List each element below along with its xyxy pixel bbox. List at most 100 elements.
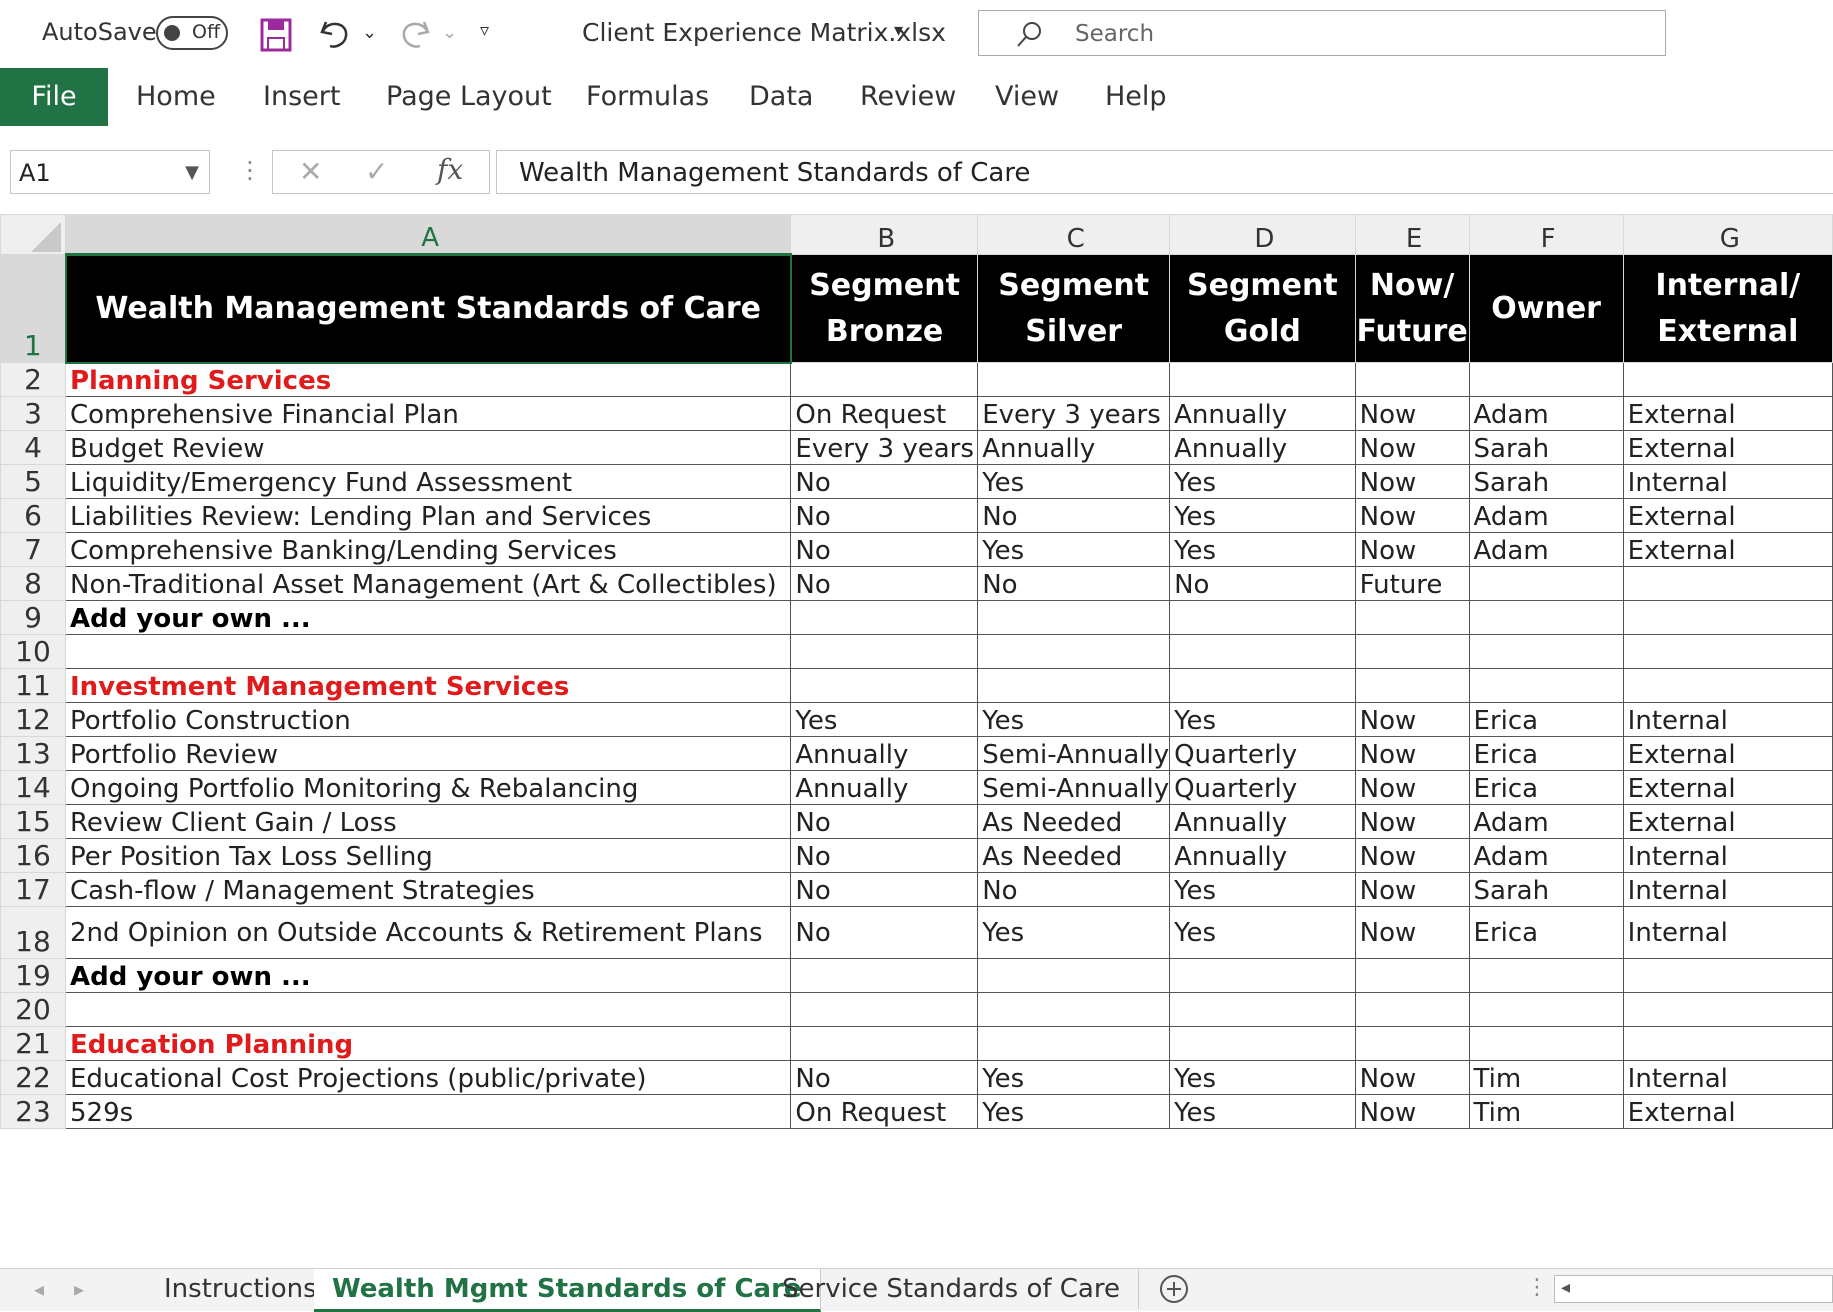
cell-e[interactable]: Now (1354, 532, 1470, 567)
customize-qat-icon[interactable]: ▿ (480, 20, 489, 41)
horizontal-scrollbar[interactable]: ◂ (1554, 1275, 1833, 1303)
cell-c[interactable]: Yes (977, 1060, 1171, 1095)
select-all-corner[interactable] (0, 214, 66, 255)
cell-f[interactable]: Sarah (1468, 430, 1624, 465)
row-header[interactable]: 4 (0, 430, 66, 465)
cell-e[interactable] (1354, 958, 1470, 993)
row-header[interactable]: 16 (0, 838, 66, 873)
cell-a[interactable]: Comprehensive Banking/Lending Services (64, 532, 792, 567)
cell-a[interactable]: Non-Traditional Asset Management (Art & … (64, 566, 792, 601)
redo-icon[interactable] (396, 16, 432, 54)
cell-c1[interactable]: Segment Silver (977, 254, 1171, 363)
row-header[interactable]: 17 (0, 872, 66, 907)
column-header-g[interactable]: G (1622, 214, 1833, 255)
column-header-f[interactable]: F (1468, 214, 1624, 255)
cell-b[interactable]: No (790, 464, 979, 499)
cell-d[interactable]: Yes (1169, 906, 1356, 959)
cell-g[interactable]: External (1622, 498, 1833, 533)
cell-f[interactable]: Tim (1468, 1094, 1624, 1129)
cell-d[interactable] (1169, 668, 1356, 703)
cell-a[interactable]: Educational Cost Projections (public/pri… (64, 1060, 792, 1095)
cell-a[interactable]: Planning Services (64, 362, 792, 397)
redo-dropdown-icon[interactable]: ⌄ (442, 22, 457, 43)
cell-a[interactable] (64, 992, 792, 1027)
cell-d[interactable]: Annually (1169, 804, 1356, 839)
cell-b1[interactable]: Segment Bronze (790, 254, 979, 363)
cell-b[interactable]: No (790, 804, 979, 839)
cell-f[interactable] (1468, 566, 1624, 601)
cell-a[interactable]: Add your own ... (64, 958, 792, 993)
scrollbar-left-arrow-icon[interactable]: ◂ (1561, 1277, 1570, 1298)
column-header-b[interactable]: B (790, 214, 979, 255)
row-header[interactable]: 1 (0, 254, 66, 363)
cell-c[interactable]: No (977, 566, 1171, 601)
cell-c[interactable]: Yes (977, 1094, 1171, 1129)
cell-d[interactable] (1169, 600, 1356, 635)
cell-d[interactable]: Quarterly (1169, 770, 1356, 805)
cell-a1[interactable]: Wealth Management Standards of Care (64, 253, 792, 364)
cell-f[interactable]: Sarah (1468, 464, 1624, 499)
cell-g[interactable] (1622, 958, 1833, 993)
cell-e[interactable] (1354, 362, 1470, 397)
cell-a[interactable]: Portfolio Construction (64, 702, 792, 737)
cell-b[interactable] (790, 362, 979, 397)
add-sheet-icon[interactable] (1158, 1273, 1190, 1309)
cell-c[interactable]: Annually (977, 430, 1171, 465)
tab-file[interactable]: File (0, 68, 108, 126)
row-header[interactable]: 8 (0, 566, 66, 601)
cell-f[interactable]: Erica (1468, 906, 1624, 959)
row-header[interactable]: 23 (0, 1094, 66, 1129)
cell-f[interactable] (1468, 634, 1624, 669)
cell-c[interactable]: As Needed (977, 838, 1171, 873)
cell-d[interactable]: Yes (1169, 532, 1356, 567)
cell-c[interactable] (977, 634, 1171, 669)
cell-e[interactable] (1354, 668, 1470, 703)
cell-e[interactable]: Now (1354, 498, 1470, 533)
cell-b[interactable]: No (790, 532, 979, 567)
cell-c[interactable] (977, 668, 1171, 703)
cell-b[interactable]: No (790, 906, 979, 959)
cell-c[interactable] (977, 362, 1171, 397)
row-header[interactable]: 13 (0, 736, 66, 771)
cell-d[interactable]: Yes (1169, 872, 1356, 907)
cell-f[interactable]: Adam (1468, 838, 1624, 873)
cell-a[interactable]: 2nd Opinion on Outside Accounts & Retire… (64, 906, 792, 959)
cell-g[interactable]: Internal (1622, 872, 1833, 907)
row-header[interactable]: 19 (0, 958, 66, 993)
row-header[interactable]: 5 (0, 464, 66, 499)
cell-d[interactable]: Annually (1169, 396, 1356, 431)
cell-g[interactable] (1622, 992, 1833, 1027)
cell-g[interactable] (1622, 634, 1833, 669)
cell-b[interactable]: On Request (790, 1094, 979, 1129)
more-options-icon[interactable]: ⋮ (1526, 1275, 1548, 1300)
cell-a[interactable]: Review Client Gain / Loss (64, 804, 792, 839)
cell-b[interactable] (790, 668, 979, 703)
cell-f[interactable]: Adam (1468, 532, 1624, 567)
cell-d[interactable] (1169, 362, 1356, 397)
cell-c[interactable] (977, 600, 1171, 635)
cell-g[interactable]: Internal (1622, 702, 1833, 737)
cell-a[interactable]: Add your own ... (64, 600, 792, 635)
cell-e[interactable]: Now (1354, 872, 1470, 907)
cell-g[interactable]: External (1622, 1094, 1833, 1129)
cell-d[interactable] (1169, 634, 1356, 669)
cell-a[interactable]: Budget Review (64, 430, 792, 465)
cell-b[interactable] (790, 634, 979, 669)
cell-d[interactable]: Yes (1169, 464, 1356, 499)
cell-e[interactable]: Now (1354, 736, 1470, 771)
cell-f[interactable] (1468, 1026, 1624, 1061)
cell-d[interactable]: Annually (1169, 430, 1356, 465)
cell-f[interactable]: Adam (1468, 804, 1624, 839)
cell-f[interactable]: Adam (1468, 498, 1624, 533)
cell-d[interactable]: Quarterly (1169, 736, 1356, 771)
cell-c[interactable]: Every 3 years (977, 396, 1171, 431)
cell-e[interactable]: Future (1354, 566, 1470, 601)
cell-c[interactable]: Yes (977, 464, 1171, 499)
cell-a[interactable]: Cash-flow / Management Strategies (64, 872, 792, 907)
cell-e[interactable]: Now (1354, 430, 1470, 465)
scroll-right-icon[interactable]: ▸ (74, 1277, 84, 1301)
sheet-tab-wealth-mgmt[interactable]: Wealth Mgmt Standards of Care (314, 1269, 821, 1312)
cell-c[interactable] (977, 958, 1171, 993)
cell-g[interactable]: Internal (1622, 1060, 1833, 1095)
cell-a[interactable]: Liabilities Review: Lending Plan and Ser… (64, 498, 792, 533)
